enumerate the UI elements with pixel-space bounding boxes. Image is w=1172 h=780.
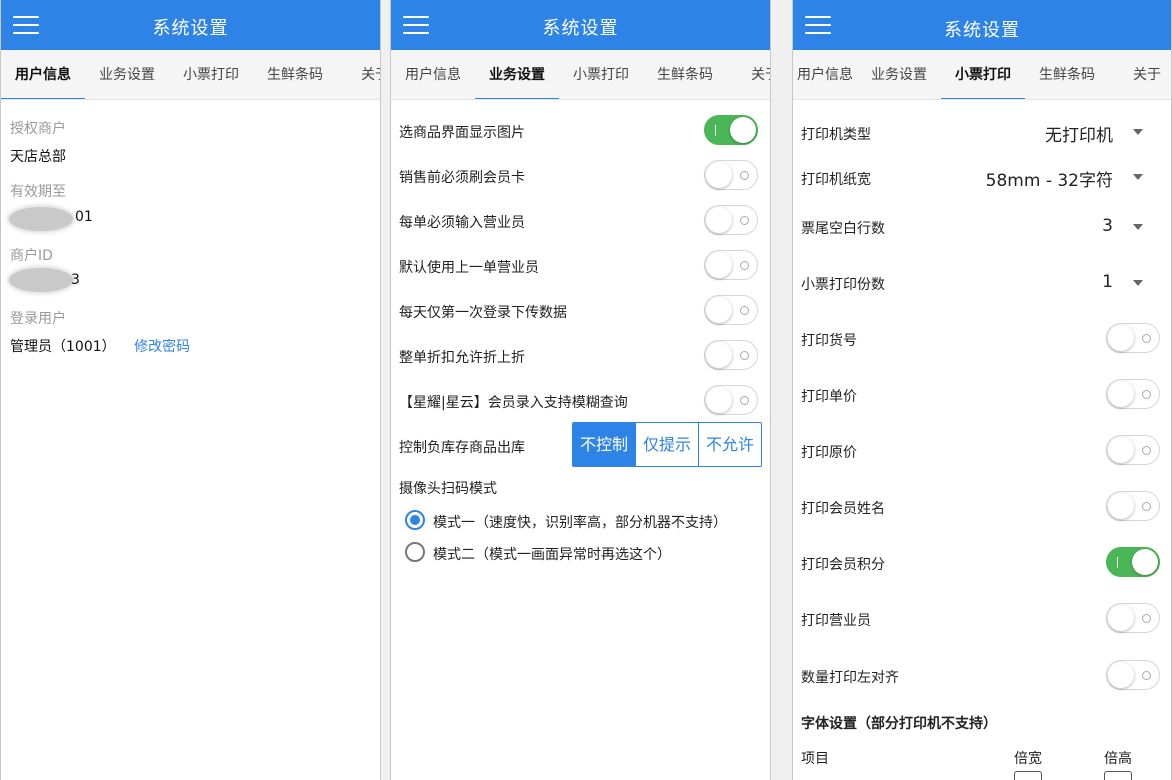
tab-bar: 用户信息 业务设置 小票打印 生鲜条码 关于 <box>793 50 1171 100</box>
toggle-require-member-card[interactable] <box>704 160 758 190</box>
app-bar: 系统设置 <box>1 0 380 50</box>
setting-label: 打印货号 <box>801 333 857 349</box>
select-label: 打印机类型 <box>801 127 871 143</box>
setting-label: 打印单价 <box>801 389 857 405</box>
tab-fresh-barcode[interactable]: 生鲜条码 <box>643 50 727 99</box>
toggle-print-unit-price[interactable] <box>1106 379 1160 409</box>
double-width-checkbox[interactable] <box>1014 771 1042 780</box>
tab-receipt-print[interactable]: 小票打印 <box>941 50 1025 99</box>
toggle-print-member-points[interactable] <box>1106 547 1160 577</box>
toggle-print-member-name[interactable] <box>1106 491 1160 521</box>
redacted-blur <box>9 207 73 231</box>
app-title: 系统设置 <box>542 18 619 39</box>
select-label: 小票打印份数 <box>801 277 885 293</box>
panel-business-settings: 系统设置 用户信息 业务设置 小票打印 生鲜条码 关于 选商品界面显示图片 销售… <box>390 0 771 780</box>
stock-option-disallow[interactable]: 不允许 <box>698 423 761 466</box>
change-password-link[interactable]: 修改密码 <box>134 339 190 355</box>
merchant-id-suffix: 3 <box>71 272 80 288</box>
merchant-id-label: 商户ID <box>10 248 53 264</box>
tab-bar: 用户信息 业务设置 小票打印 生鲜条码 关于 <box>391 50 770 100</box>
setting-label: 选商品界面显示图片 <box>399 125 525 141</box>
tab-about[interactable]: 关于 <box>1109 50 1171 99</box>
app-bar: 系统设置 <box>793 0 1171 50</box>
paper-width-value[interactable]: 58mm - 32字符 <box>986 166 1113 191</box>
app-title: 系统设置 <box>152 18 229 39</box>
setting-label: 数量打印左对齐 <box>801 670 899 686</box>
toggle-fuzzy-member-search[interactable] <box>704 385 758 415</box>
tab-receipt-print[interactable]: 小票打印 <box>169 50 253 99</box>
stock-control-segmented: 不控制 仅提示 不允许 <box>572 422 762 467</box>
tab-business-settings[interactable]: 业务设置 <box>85 50 169 99</box>
toggle-last-salesperson[interactable] <box>704 250 758 280</box>
tab-user-info[interactable]: 用户信息 <box>1 50 85 99</box>
toggle-print-salesperson[interactable] <box>1106 603 1160 633</box>
tab-bar: 用户信息 业务设置 小票打印 生鲜条码 关于 <box>1 50 380 100</box>
login-user-row: 管理员（1001） 修改密码 <box>10 336 190 356</box>
font-col-double-width: 倍宽 <box>1014 751 1042 767</box>
redacted-blur <box>9 268 73 292</box>
setting-label: 【星耀|星云】会员录入支持模糊查询 <box>399 395 628 411</box>
tab-receipt-print[interactable]: 小票打印 <box>559 50 643 99</box>
stock-control-label: 控制负库存商品出库 <box>399 440 525 456</box>
panel-user-info: 系统设置 用户信息 业务设置 小票打印 生鲜条码 关于 授权商户 天店总部 有效… <box>0 0 381 780</box>
setting-label: 打印营业员 <box>801 613 871 629</box>
app-title: 系统设置 <box>944 20 1020 41</box>
scan-mode-2-radio[interactable] <box>405 542 425 562</box>
print-copies-value[interactable]: 1 <box>1102 272 1113 292</box>
scan-mode-1-radio[interactable] <box>405 510 425 530</box>
toggle-require-salesperson[interactable] <box>704 205 758 235</box>
blank-lines-value[interactable]: 3 <box>1102 216 1113 236</box>
toggle-show-images[interactable] <box>704 115 758 145</box>
tab-user-info[interactable]: 用户信息 <box>391 50 475 99</box>
setting-label: 默认使用上一单营业员 <box>399 260 539 276</box>
double-height-checkbox[interactable] <box>1104 771 1132 780</box>
scan-mode-1-label[interactable]: 模式一（速度快，识别率高，部分机器不支持） <box>433 512 727 532</box>
font-col-double-height: 倍高 <box>1104 751 1132 767</box>
toggle-download-first-login[interactable] <box>704 295 758 325</box>
setting-label: 打印原价 <box>801 445 857 461</box>
tab-about[interactable]: 关于 <box>361 50 380 99</box>
chevron-down-icon[interactable] <box>1133 224 1143 230</box>
merchant-value: 天店总部 <box>10 149 66 165</box>
tab-business-settings[interactable]: 业务设置 <box>857 50 941 99</box>
scan-mode-2-label[interactable]: 模式二（模式一画面异常时再选这个） <box>433 544 671 564</box>
toggle-print-original-price[interactable] <box>1106 435 1160 465</box>
expiry-suffix: 01 <box>75 209 93 225</box>
tab-user-info[interactable]: 用户信息 <box>793 50 853 99</box>
tab-business-settings[interactable]: 业务设置 <box>475 50 559 99</box>
toggle-print-item-no[interactable] <box>1106 323 1160 353</box>
chevron-down-icon[interactable] <box>1133 129 1143 135</box>
login-user-value: 管理员（1001） <box>10 339 116 355</box>
app-bar: 系统设置 <box>391 0 770 50</box>
toggle-stacked-discount[interactable] <box>704 340 758 370</box>
printer-type-value[interactable]: 无打印机 <box>1045 121 1113 146</box>
tab-fresh-barcode[interactable]: 生鲜条码 <box>253 50 337 99</box>
toggle-qty-left-align[interactable] <box>1106 660 1160 690</box>
setting-label: 打印会员积分 <box>801 557 885 573</box>
chevron-down-icon[interactable] <box>1133 280 1143 286</box>
setting-label: 每天仅第一次登录下传数据 <box>399 305 567 321</box>
chevron-down-icon[interactable] <box>1133 174 1143 180</box>
stock-option-no-control[interactable]: 不控制 <box>573 423 635 466</box>
merchant-label: 授权商户 <box>10 121 66 137</box>
font-settings-heading: 字体设置（部分打印机不支持） <box>801 716 997 732</box>
tab-about[interactable]: 关于 <box>751 50 770 99</box>
tab-fresh-barcode[interactable]: 生鲜条码 <box>1025 50 1109 99</box>
panel-receipt-print: 系统设置 用户信息 业务设置 小票打印 生鲜条码 关于 打印机类型 无打印机 打… <box>792 0 1172 780</box>
setting-label: 每单必须输入营业员 <box>399 215 525 231</box>
scan-mode-label: 摄像头扫码模式 <box>399 481 497 497</box>
font-col-item: 项目 <box>801 751 829 767</box>
setting-label: 销售前必须刷会员卡 <box>399 170 525 186</box>
login-user-label: 登录用户 <box>10 311 66 327</box>
setting-label: 打印会员姓名 <box>801 501 885 517</box>
setting-label: 整单折扣允许折上折 <box>399 350 525 366</box>
stock-option-warn-only[interactable]: 仅提示 <box>635 423 698 466</box>
expiry-label: 有效期至 <box>10 184 66 200</box>
select-label: 票尾空白行数 <box>801 221 885 237</box>
select-label: 打印机纸宽 <box>801 172 871 188</box>
